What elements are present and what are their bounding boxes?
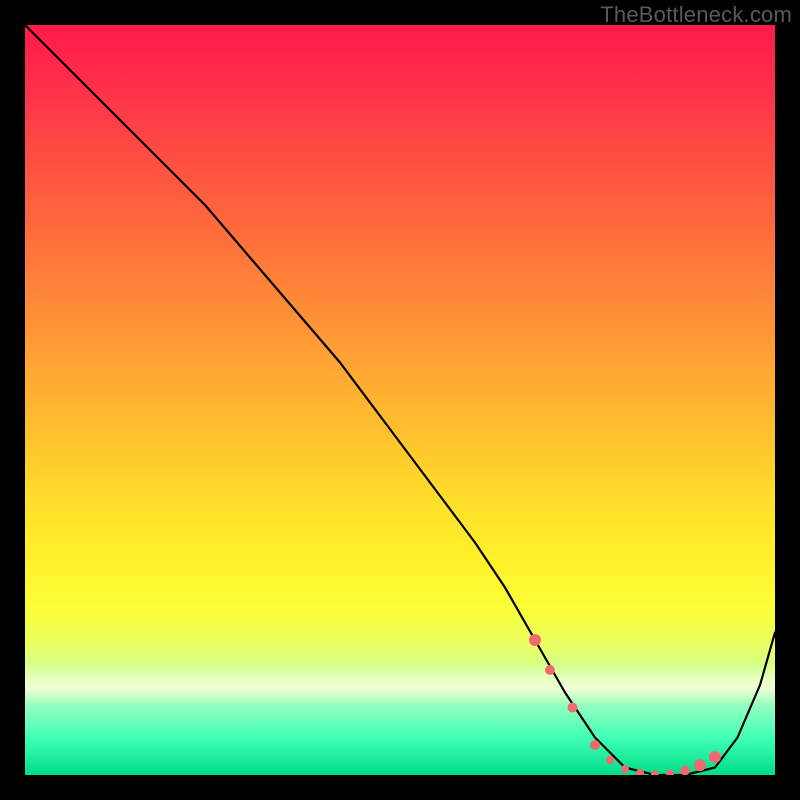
marker-point [621, 765, 629, 773]
marker-point [606, 756, 614, 764]
marker-point [666, 770, 674, 776]
chart-frame: TheBottleneck.com [0, 0, 800, 800]
chart-svg [25, 25, 775, 775]
marker-point [529, 634, 541, 646]
plot-area [25, 25, 775, 775]
marker-point [590, 740, 600, 750]
marker-point [694, 759, 706, 771]
marker-point [709, 751, 721, 763]
marker-point [568, 703, 578, 713]
optimal-zone-markers [529, 634, 721, 775]
bottleneck-curve [25, 25, 775, 775]
marker-point [545, 665, 555, 675]
watermark-text: TheBottleneck.com [600, 2, 792, 28]
marker-point [680, 766, 690, 776]
marker-point [651, 770, 659, 775]
